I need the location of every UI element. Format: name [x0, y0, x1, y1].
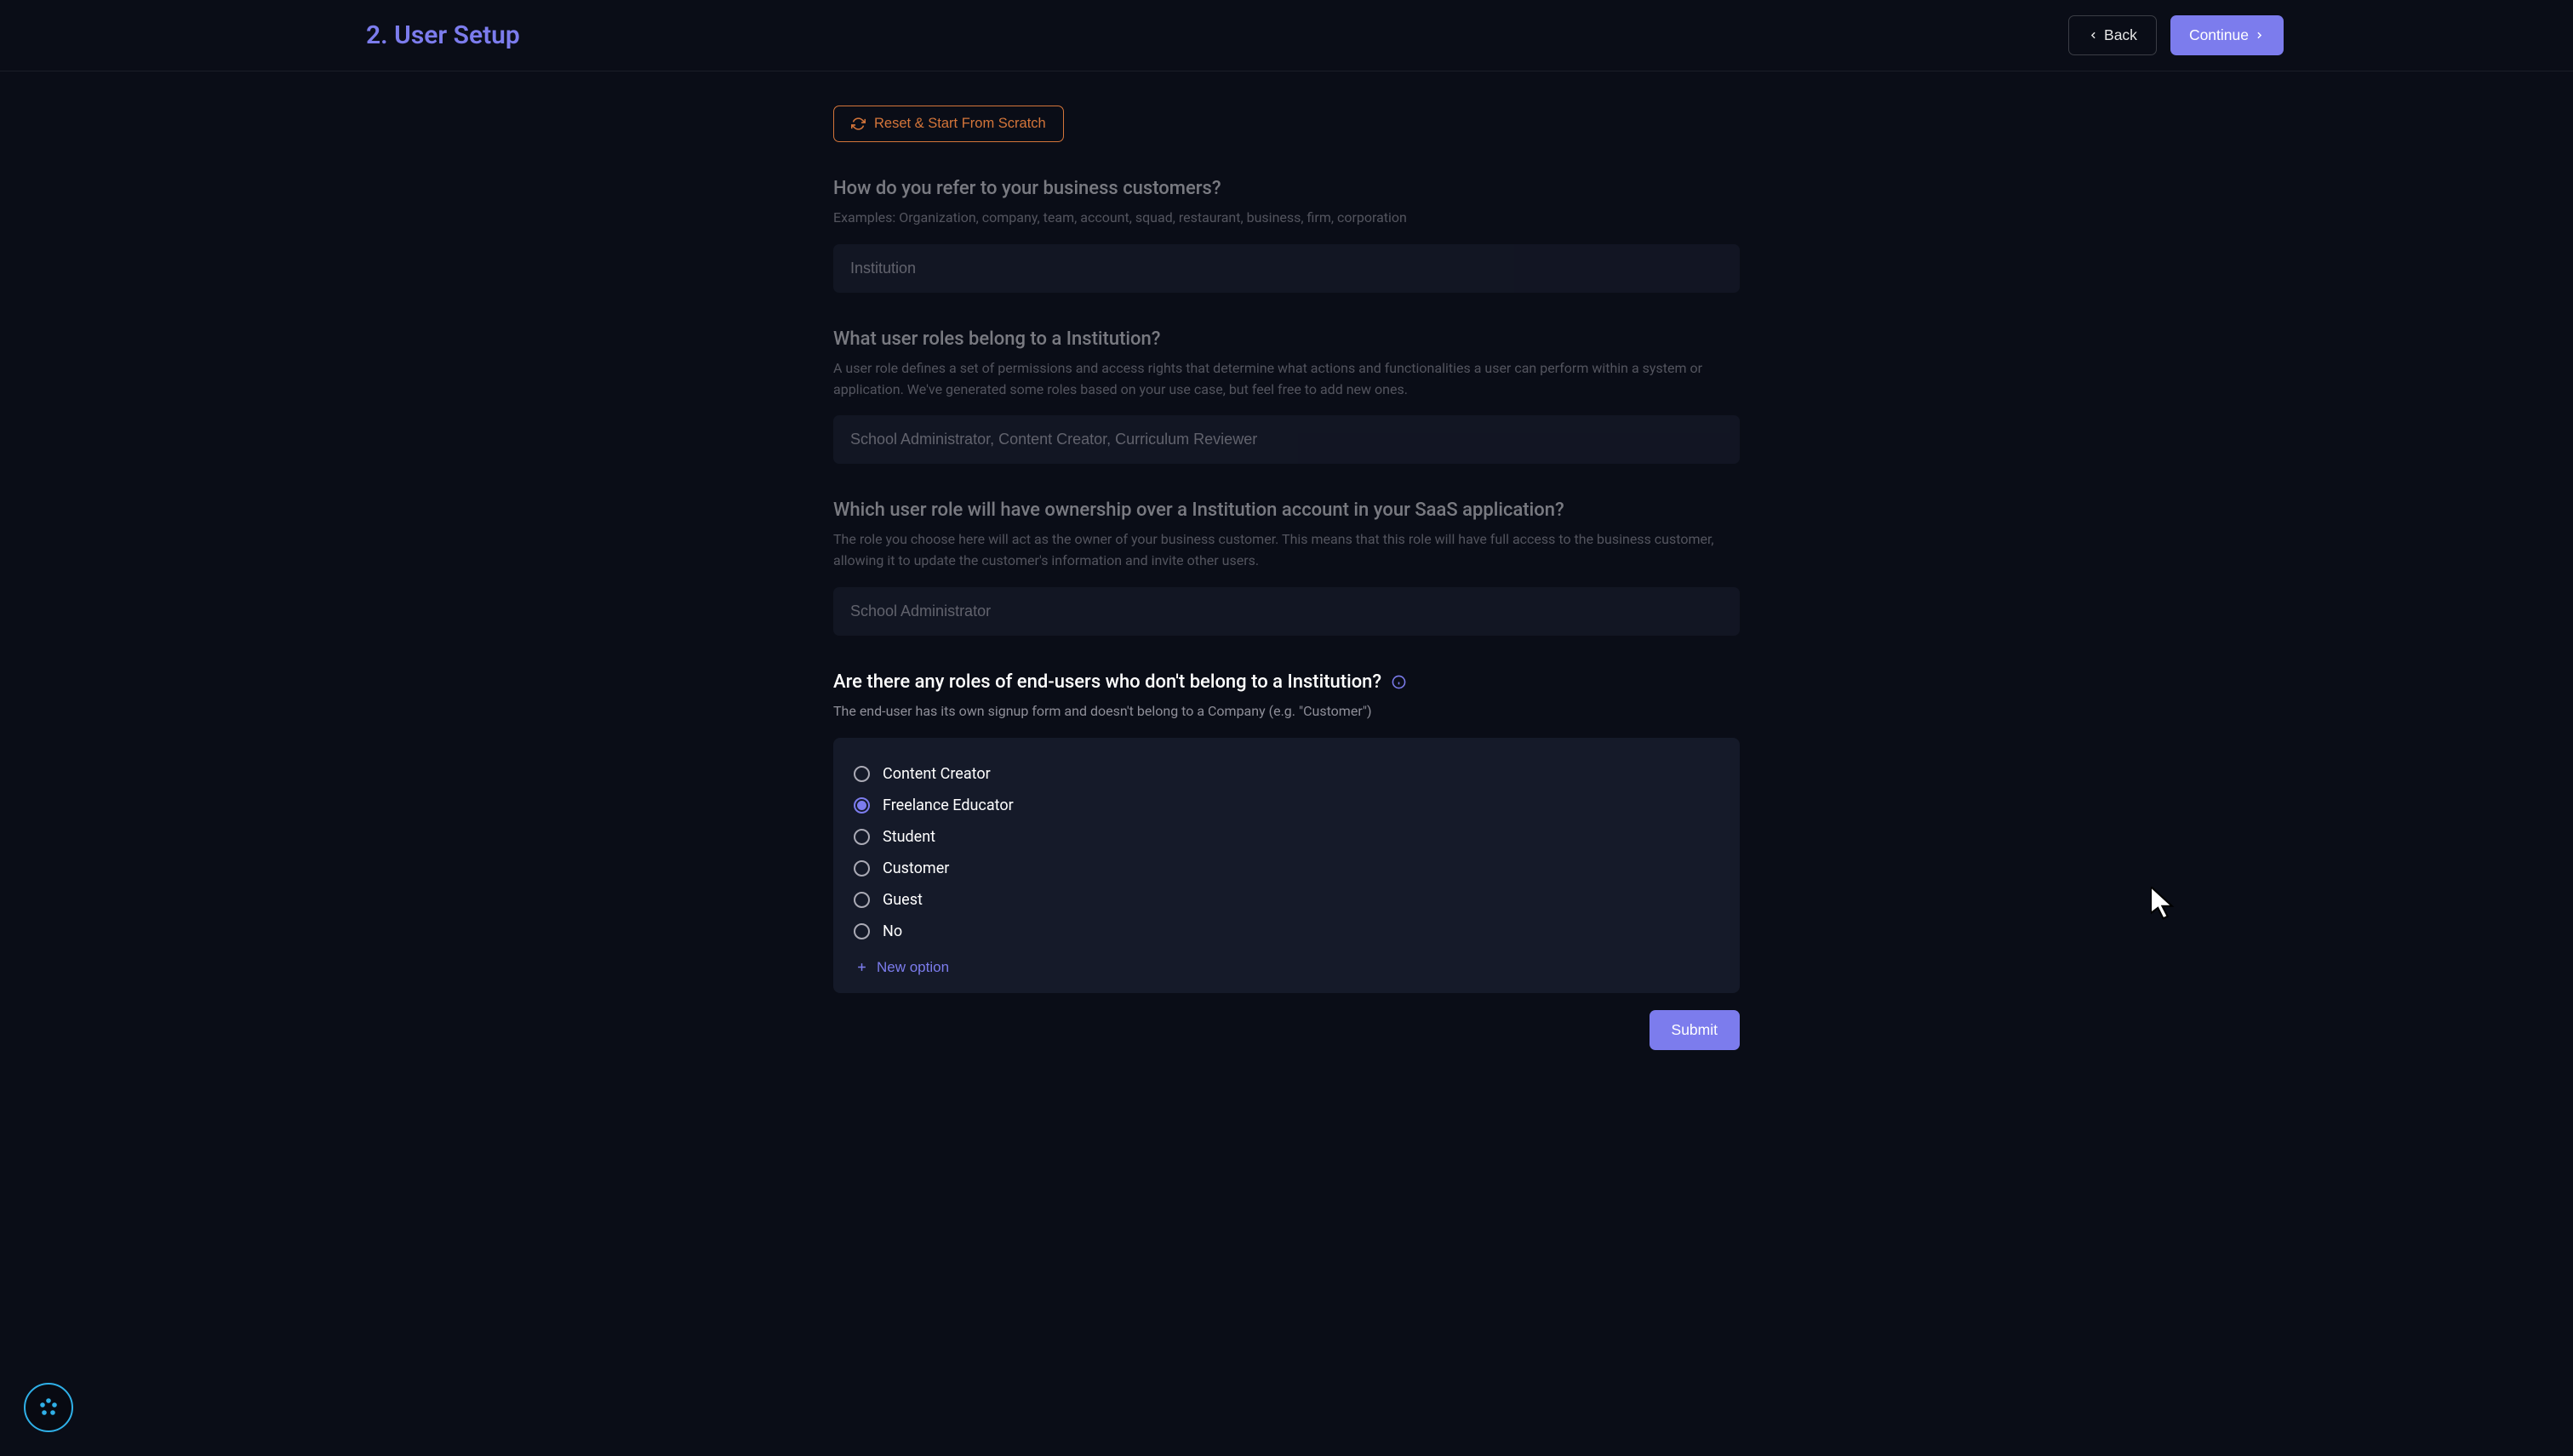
back-button[interactable]: Back	[2068, 15, 2157, 55]
radio-option[interactable]: Content Creator	[854, 758, 1719, 790]
new-option-label: New option	[877, 959, 949, 976]
cursor-icon	[2151, 887, 2179, 922]
radio-option[interactable]: Student	[854, 821, 1719, 853]
chevron-left-icon	[2088, 30, 2099, 41]
radio-circle-icon	[854, 829, 870, 845]
section-endusers-heading-text: Are there any roles of end-users who don…	[833, 671, 1381, 693]
header-bar: 2. User Setup Back Continue	[0, 0, 2573, 71]
radio-option-label: Freelance Educator	[883, 797, 1014, 814]
endusers-radio-group: Content Creator Freelance Educator Student…	[833, 738, 1740, 993]
section-endusers: Are there any roles of end-users who don…	[833, 671, 1740, 1050]
radio-option[interactable]: Freelance Educator	[854, 790, 1719, 821]
customer-name-input[interactable]	[833, 244, 1740, 293]
radio-option-label: No	[883, 922, 902, 940]
radio-option[interactable]: Guest	[854, 884, 1719, 916]
radio-circle-icon	[854, 860, 870, 876]
roles-input[interactable]	[833, 415, 1740, 464]
section-owner-help: The role you choose here will act as the…	[833, 529, 1740, 572]
main-content: Reset & Start From Scratch How do you re…	[833, 71, 1740, 1137]
section-owner-heading: Which user role will have ownership over…	[833, 500, 1740, 521]
submit-button[interactable]: Submit	[1650, 1010, 1740, 1050]
radio-option[interactable]: No	[854, 916, 1719, 947]
radio-circle-icon	[854, 892, 870, 908]
section-owner: Which user role will have ownership over…	[833, 500, 1740, 636]
section-endusers-help: The end-user has its own signup form and…	[833, 701, 1740, 722]
page-title: 2. User Setup	[366, 20, 520, 50]
section-customer: How do you refer to your business custom…	[833, 178, 1740, 293]
radio-option-label: Guest	[883, 891, 923, 909]
section-endusers-heading: Are there any roles of end-users who don…	[833, 671, 1740, 693]
section-customer-heading: How do you refer to your business custom…	[833, 178, 1740, 199]
section-roles: What user roles belong to a Institution?…	[833, 328, 1740, 465]
radio-circle-icon	[854, 797, 870, 814]
radio-option-label: Content Creator	[883, 765, 991, 783]
reset-button[interactable]: Reset & Start From Scratch	[833, 106, 1064, 142]
refresh-icon	[851, 117, 866, 131]
owner-role-input[interactable]	[833, 587, 1740, 636]
back-label: Back	[2104, 26, 2137, 44]
submit-row: Submit	[833, 1010, 1740, 1050]
continue-label: Continue	[2189, 26, 2249, 44]
reset-label: Reset & Start From Scratch	[874, 116, 1046, 132]
radio-circle-icon	[854, 766, 870, 782]
radio-dot-icon	[857, 801, 866, 810]
chevron-right-icon	[2254, 30, 2265, 41]
dots-icon	[35, 1394, 62, 1421]
continue-button[interactable]: Continue	[2170, 15, 2284, 55]
info-icon[interactable]	[1392, 675, 1406, 689]
header-buttons: Back Continue	[2068, 15, 2284, 55]
new-option-button[interactable]: New option	[854, 947, 949, 976]
radio-option[interactable]: Customer	[854, 853, 1719, 884]
help-widget-button[interactable]	[24, 1383, 73, 1432]
section-customer-help: Examples: Organization, company, team, a…	[833, 208, 1740, 229]
radio-option-label: Student	[883, 828, 935, 846]
plus-icon	[855, 961, 868, 974]
radio-circle-icon	[854, 923, 870, 939]
section-roles-heading: What user roles belong to a Institution?	[833, 328, 1740, 350]
section-roles-help: A user role defines a set of permissions…	[833, 358, 1740, 401]
radio-option-label: Customer	[883, 859, 949, 877]
